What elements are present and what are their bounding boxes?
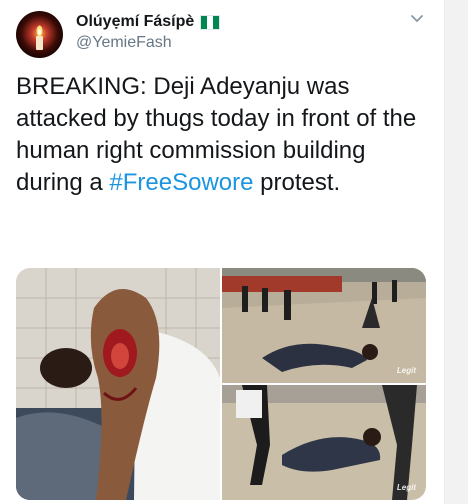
name-row: Olúyẹmí Fásípè: [76, 11, 221, 33]
tweet-card: Olúyẹmí Fásípè @YemieFash BREAKING: Deji…: [0, 0, 445, 504]
media-grid: Legit Legit: [16, 268, 426, 500]
watermark-bottom: Legit: [396, 483, 416, 492]
street-photo-image: [222, 268, 426, 383]
display-name[interactable]: Olúyẹmí Fásípè: [76, 13, 194, 31]
avatar[interactable]: [16, 11, 63, 58]
media-photo-street-top[interactable]: Legit: [222, 268, 426, 383]
hashtag-link[interactable]: #FreeSowore: [109, 169, 253, 196]
candle-avatar-icon: [16, 11, 63, 58]
media-photo-injury[interactable]: [16, 268, 220, 500]
injury-photo-image: [16, 268, 220, 500]
tweet-text-end: protest.: [253, 169, 341, 196]
nigeria-flag-icon: [200, 14, 221, 30]
user-handle[interactable]: @YemieFash: [76, 34, 172, 52]
chevron-down-icon[interactable]: [408, 10, 426, 28]
attack-photo-image: [222, 385, 426, 500]
watermark-top: Legit: [396, 366, 416, 375]
media-photo-street-bottom[interactable]: Legit: [222, 385, 426, 500]
tweet-text: BREAKING: Deji Adeyanju was attacked by …: [16, 71, 426, 199]
